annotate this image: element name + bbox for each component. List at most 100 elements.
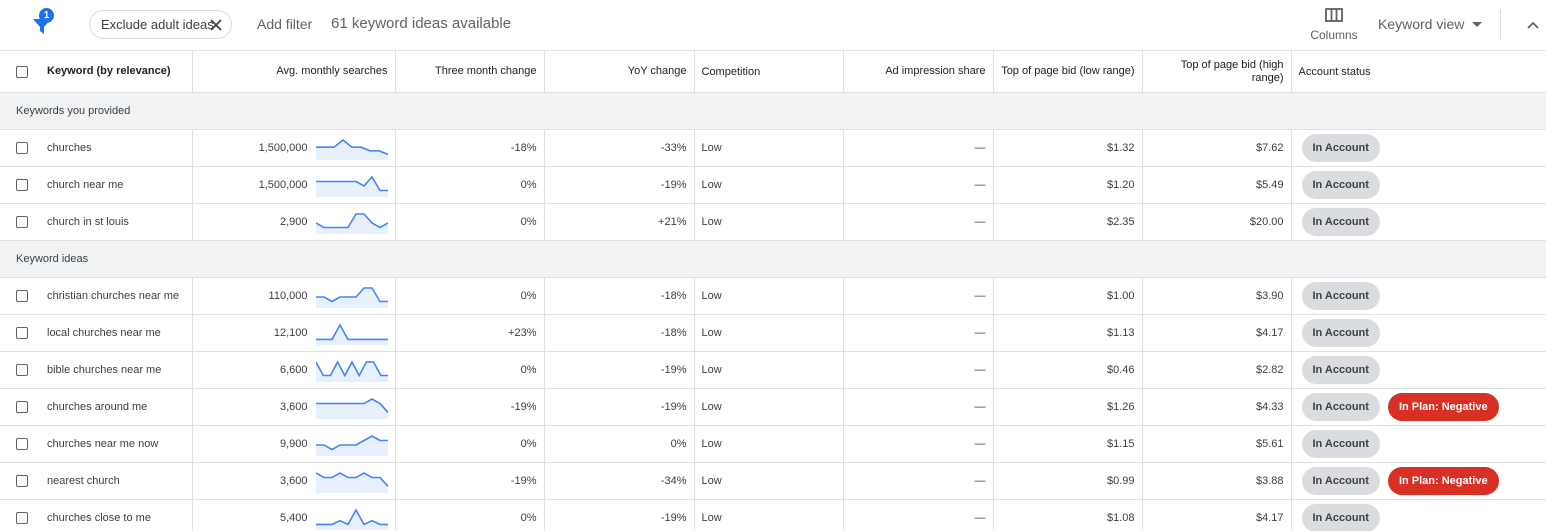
table-row[interactable]: local churches near me 12,100 +23% -18% Low —… bbox=[0, 314, 1546, 352]
close-icon[interactable] bbox=[209, 18, 223, 32]
columns-button[interactable]: Columns bbox=[1306, 8, 1362, 44]
in-account-badge[interactable]: In Account bbox=[1301, 171, 1380, 199]
competition-cell: Low bbox=[693, 351, 844, 389]
yoy-change-cell: -34% bbox=[543, 462, 695, 500]
in-plan-negative-badge[interactable]: In Plan: Negative bbox=[1387, 467, 1499, 495]
group-header-row: Keywords you provided bbox=[0, 92, 1546, 130]
trend-area bbox=[315, 510, 388, 530]
header-avg-searches[interactable]: Avg. monthly searches bbox=[191, 50, 396, 93]
trend-area bbox=[315, 473, 388, 493]
row-checkbox[interactable] bbox=[16, 327, 28, 340]
row-checkbox[interactable] bbox=[16, 179, 28, 192]
table-row[interactable]: churches near me now 9,900 0% 0% Low — $1.15 $5… bbox=[0, 425, 1546, 463]
in-account-badge[interactable]: In Account bbox=[1301, 134, 1380, 162]
keyword-view-label: Keyword view bbox=[1378, 16, 1465, 32]
chevron-up-icon[interactable] bbox=[1525, 17, 1541, 33]
account-status-cell: In Account bbox=[1290, 166, 1546, 204]
table-row[interactable]: nearest church 3,600 -19% -34% Low — $0.99 $3.8… bbox=[0, 462, 1546, 500]
trend-sparkline[interactable] bbox=[315, 432, 388, 456]
table-row[interactable]: church near me 1,500,000 0% -19% Low — $1.20 $5… bbox=[0, 166, 1546, 204]
trend-sparkline[interactable] bbox=[315, 469, 388, 493]
in-plan-negative-badge[interactable]: In Plan: Negative bbox=[1387, 393, 1499, 421]
trend-sparkline[interactable] bbox=[315, 358, 388, 382]
row-checkbox[interactable] bbox=[16, 512, 28, 525]
yoy-change-cell: -33% bbox=[543, 129, 695, 167]
table-row[interactable]: church in st louis 2,900 0% +21% Low — $2.35 $2… bbox=[0, 203, 1546, 241]
trend-sparkline[interactable] bbox=[315, 136, 388, 160]
header-keyword[interactable]: Keyword (by relevance) bbox=[0, 50, 193, 93]
in-account-badge[interactable]: In Account bbox=[1301, 208, 1380, 236]
row-checkbox[interactable] bbox=[16, 290, 28, 303]
avg-searches-value: 1,500,000 bbox=[258, 179, 308, 191]
account-status-cell: In Account bbox=[1290, 425, 1546, 463]
three-month-change-cell: 0% bbox=[394, 166, 545, 204]
competition-cell: Low bbox=[693, 314, 844, 352]
row-checkbox[interactable] bbox=[16, 438, 28, 451]
account-status-cell: In Account In Plan: Negative bbox=[1290, 388, 1546, 426]
ad-impression-share-cell: — bbox=[842, 129, 994, 167]
in-account-badge[interactable]: In Account bbox=[1301, 393, 1380, 421]
keyword-text: churches near me now bbox=[47, 438, 159, 451]
bid-high-cell: $7.62 bbox=[1141, 129, 1292, 167]
keyword-cell: churches close to me bbox=[0, 499, 193, 531]
row-checkbox[interactable] bbox=[16, 475, 28, 488]
columns-icon bbox=[1325, 8, 1343, 22]
bid-low-cell: $0.46 bbox=[992, 351, 1143, 389]
header-three-month-change[interactable]: Three month change bbox=[394, 50, 545, 93]
ad-impression-share-cell: — bbox=[842, 499, 994, 531]
header-yoy-change[interactable]: YoY change bbox=[543, 50, 695, 93]
bid-high-cell: $3.88 bbox=[1141, 462, 1292, 500]
bid-high-cell: $5.61 bbox=[1141, 425, 1292, 463]
keyword-text: church near me bbox=[47, 179, 124, 192]
header-bid-low[interactable]: Top of page bid (low range) bbox=[992, 50, 1143, 93]
trend-sparkline[interactable] bbox=[315, 173, 388, 197]
bid-high-cell: $5.49 bbox=[1141, 166, 1292, 204]
ad-impression-share-cell: — bbox=[842, 462, 994, 500]
add-filter-button[interactable]: Add filter bbox=[257, 16, 312, 32]
in-account-badge[interactable]: In Account bbox=[1301, 467, 1380, 495]
exclude-adult-ideas-chip[interactable]: Exclude adult ideas bbox=[89, 10, 232, 39]
three-month-change-cell: 0% bbox=[394, 203, 545, 241]
avg-searches-cell: 5,400 bbox=[191, 499, 396, 531]
yoy-change-cell: -18% bbox=[543, 314, 695, 352]
in-account-badge[interactable]: In Account bbox=[1301, 504, 1380, 531]
in-account-badge[interactable]: In Account bbox=[1301, 430, 1380, 458]
row-checkbox[interactable] bbox=[16, 364, 28, 377]
yoy-change-cell: 0% bbox=[543, 425, 695, 463]
bid-high-cell: $3.90 bbox=[1141, 277, 1292, 315]
header-competition[interactable]: Competition bbox=[693, 50, 844, 93]
keyword-view-select[interactable]: Keyword view bbox=[1378, 16, 1483, 32]
row-checkbox[interactable] bbox=[16, 401, 28, 414]
header-bid-high[interactable]: Top of page bid (high range) bbox=[1141, 50, 1292, 93]
trend-sparkline[interactable] bbox=[315, 284, 388, 308]
trend-sparkline[interactable] bbox=[315, 506, 388, 530]
in-account-badge[interactable]: In Account bbox=[1301, 282, 1380, 310]
toolbar: 1 Exclude adult ideas Add filter 61 keyw… bbox=[0, 0, 1546, 50]
yoy-change-cell: -19% bbox=[543, 499, 695, 531]
header-account-status[interactable]: Account status bbox=[1290, 50, 1546, 93]
table-row[interactable]: churches around me 3,600 -19% -19% Low — $1.26… bbox=[0, 388, 1546, 426]
three-month-change-cell: 0% bbox=[394, 425, 545, 463]
yoy-change-cell: -18% bbox=[543, 277, 695, 315]
competition-cell: Low bbox=[693, 462, 844, 500]
trend-sparkline[interactable] bbox=[315, 321, 388, 345]
row-checkbox[interactable] bbox=[16, 216, 28, 229]
select-all-checkbox[interactable] bbox=[16, 65, 28, 78]
header-ad-impression-share[interactable]: Ad impression share bbox=[842, 50, 994, 93]
table-row[interactable]: bible churches near me 6,600 0% -19% Low — $0.… bbox=[0, 351, 1546, 389]
chip-label: Exclude adult ideas bbox=[101, 17, 214, 32]
keyword-cell: bible churches near me bbox=[0, 351, 193, 389]
ad-impression-share-cell: — bbox=[842, 166, 994, 204]
keyword-text: churches bbox=[47, 142, 92, 155]
table-row[interactable]: churches 1,500,000 -18% -33% Low — $1.32 $7.62 I… bbox=[0, 129, 1546, 167]
trend-sparkline[interactable] bbox=[315, 210, 388, 234]
in-account-badge[interactable]: In Account bbox=[1301, 319, 1380, 347]
table-header-row: Keyword (by relevance) Avg. monthly sear… bbox=[0, 50, 1546, 93]
bid-low-cell: $2.35 bbox=[992, 203, 1143, 241]
trend-sparkline[interactable] bbox=[315, 395, 388, 419]
in-account-badge[interactable]: In Account bbox=[1301, 356, 1380, 384]
avg-searches-value: 2,900 bbox=[279, 216, 308, 228]
table-row[interactable]: churches close to me 5,400 0% -19% Low — $1.08… bbox=[0, 499, 1546, 531]
table-row[interactable]: christian churches near me 110,000 0% -18% L… bbox=[0, 277, 1546, 315]
row-checkbox[interactable] bbox=[16, 142, 28, 155]
